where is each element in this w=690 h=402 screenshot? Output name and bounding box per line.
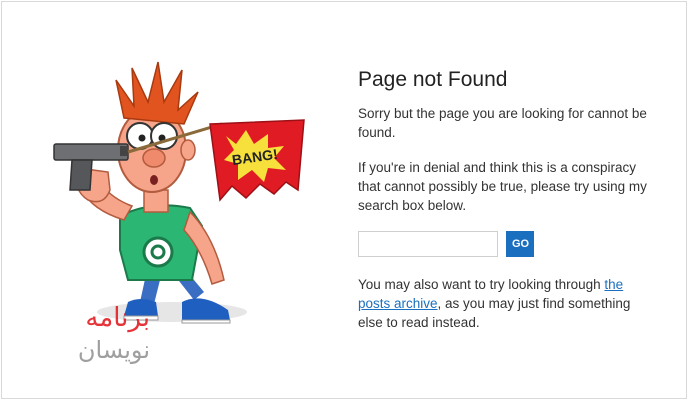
bang-flag: BANG! (209, 119, 305, 202)
mouth (150, 175, 158, 185)
archive-message: You may also want to try looking through… (358, 275, 658, 332)
search-input[interactable] (358, 231, 498, 257)
search-form: GO (358, 231, 658, 257)
watermark-line1: برنامه (85, 303, 150, 333)
gun-icon (53, 143, 129, 191)
watermark-line2: نویسان (78, 336, 150, 364)
sorry-message: Sorry but the page you are looking for c… (358, 106, 647, 140)
error-content: Page not Found Sorry but the page you ar… (358, 68, 658, 348)
watermark-logo: برنامه نویسان (78, 303, 150, 364)
denial-message: If you're in denial and think this is a … (358, 160, 647, 213)
shoe-right (182, 298, 230, 320)
archive-prefix: You may also want to try looking through (358, 277, 601, 292)
nose (142, 148, 166, 168)
error-page-frame: BANG! Page not Found Sorry but the page … (1, 1, 687, 399)
hair (115, 61, 199, 125)
shirt-logo (142, 236, 174, 268)
cartoon-character: BANG! (53, 61, 305, 324)
go-button[interactable]: GO (506, 231, 534, 257)
page-title: Page not Found (358, 68, 508, 91)
